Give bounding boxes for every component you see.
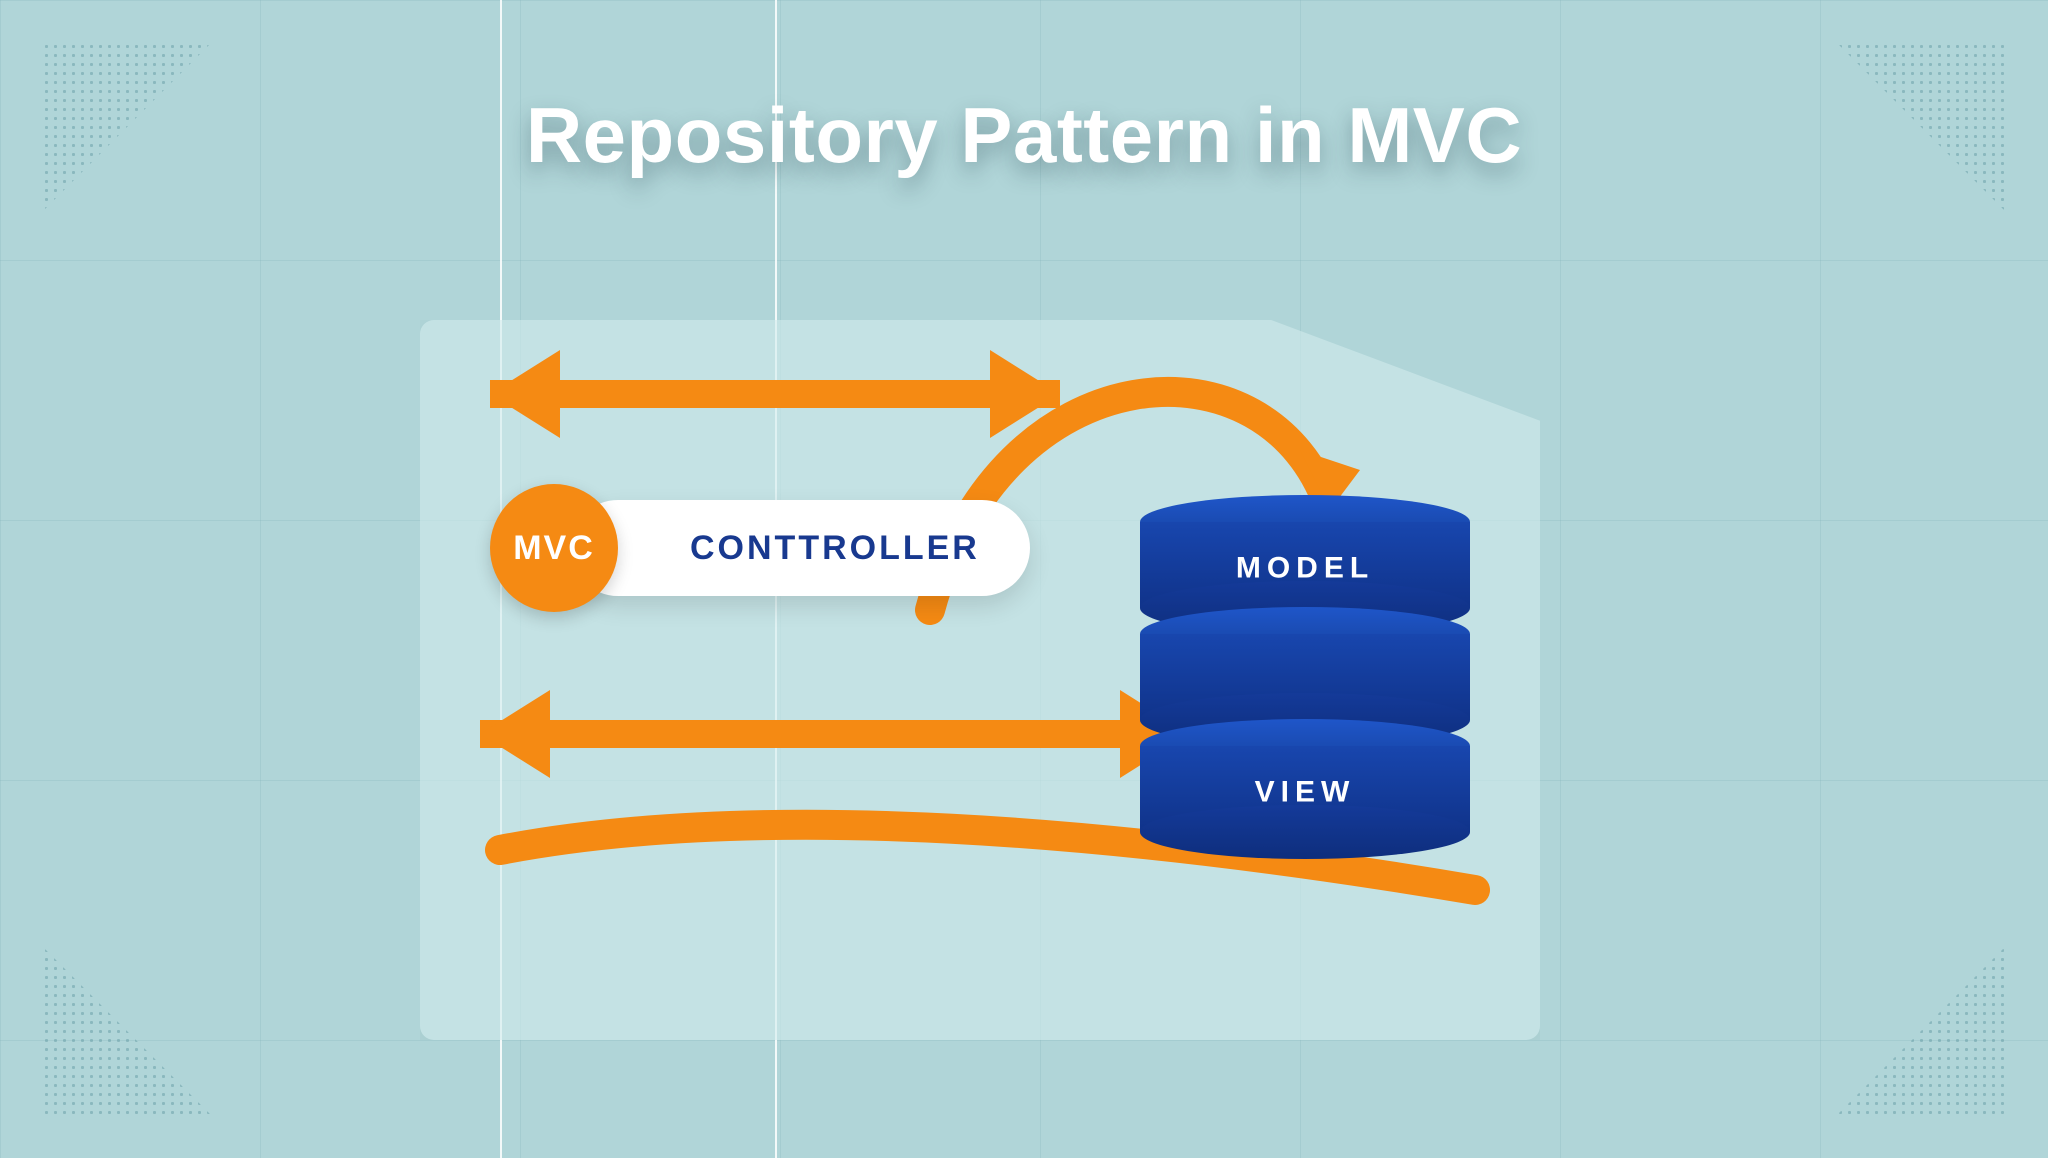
arrows-layer — [0, 0, 2048, 1158]
cylinder-bottom: VIEW — [1140, 719, 1470, 859]
model-label: MODEL — [1140, 551, 1470, 585]
double-arrow-icon — [490, 350, 1060, 438]
diagram-stage: Repository Pattern in MVC CONTTROLLER MV… — [0, 0, 2048, 1158]
view-label: VIEW — [1140, 775, 1470, 809]
model-view-stack: MODEL VIEW — [1140, 495, 1470, 859]
controller-pill: CONTTROLLER — [570, 500, 1030, 596]
mvc-circle-label: MVC — [513, 529, 595, 568]
controller-label: CONTTROLLER — [690, 529, 980, 568]
mvc-circle: MVC — [490, 484, 618, 612]
